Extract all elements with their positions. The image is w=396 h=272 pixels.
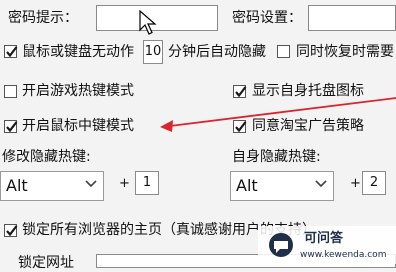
chevron-down-icon <box>315 180 327 188</box>
self-hotkey-modifier-select[interactable]: Alt <box>230 171 334 201</box>
self-hotkey-key-field[interactable]: 2 <box>362 171 386 195</box>
watermark-domain: www.kewenda.com <box>300 250 387 260</box>
chevron-down-icon <box>85 180 97 188</box>
modify-hotkey-modifier-select[interactable]: Alt <box>0 171 104 201</box>
lock-homepage-checkbox[interactable] <box>4 224 18 237</box>
modify-hotkey-key-field[interactable]: 1 <box>135 171 159 195</box>
modify-hotkey-modifier-value: Alt <box>6 176 28 195</box>
watermark-panel: 可问答 www.kewenda.com <box>258 226 396 264</box>
brand-logo-icon <box>269 233 293 257</box>
self-hotkey-modifier-value: Alt <box>236 176 258 195</box>
modify-hotkey-label: 修改隐藏热键: <box>2 149 91 165</box>
lock-url-label: 锁定网址 <box>18 255 74 271</box>
modify-hotkey-plus: + <box>119 176 130 191</box>
self-hotkey-plus: + <box>350 176 361 191</box>
self-hotkey-label: 自身隐藏热键: <box>232 149 321 165</box>
